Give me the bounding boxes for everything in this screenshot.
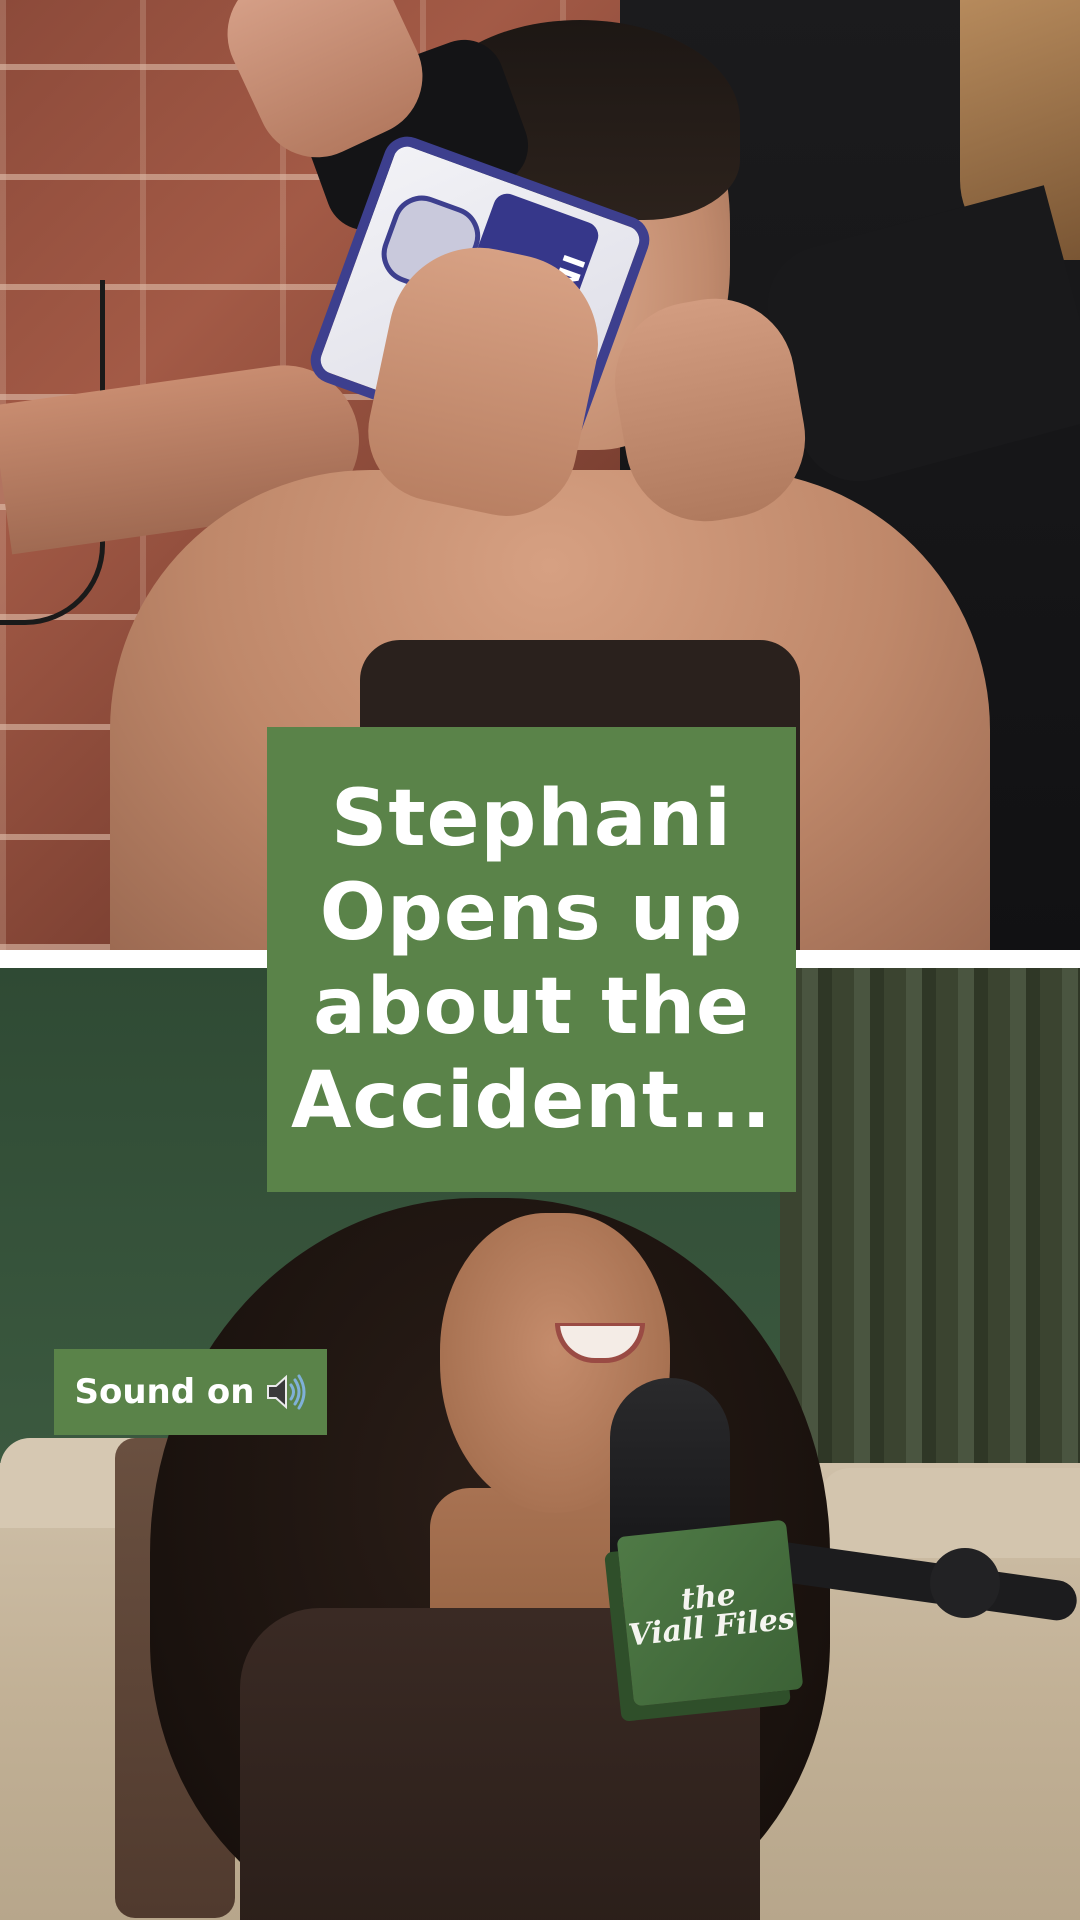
title-text: Stephani Opens up about the Accident... <box>291 772 772 1148</box>
title-line-4: Accident... <box>290 1055 773 1146</box>
title-line-3: about the <box>313 961 750 1052</box>
sofa-back-right <box>820 1468 1080 1558</box>
curtain <box>780 968 1080 1528</box>
mic-flag-logo: the Viall Files <box>626 1577 797 1654</box>
title-line-1: Stephani <box>331 773 732 864</box>
sound-on-label: Sound on <box>74 1372 255 1412</box>
video-frame[interactable]: INSTANT the Viall Files Stephani Opens u… <box>0 0 1080 1920</box>
mic-arm-joint <box>930 1548 1000 1618</box>
mic-flag: the Viall Files <box>616 1519 804 1707</box>
speaker-icon <box>265 1372 307 1412</box>
title-line-2: Opens up <box>319 867 744 958</box>
title-card: Stephani Opens up about the Accident... <box>267 727 796 1192</box>
sound-on-badge[interactable]: Sound on <box>54 1349 327 1435</box>
